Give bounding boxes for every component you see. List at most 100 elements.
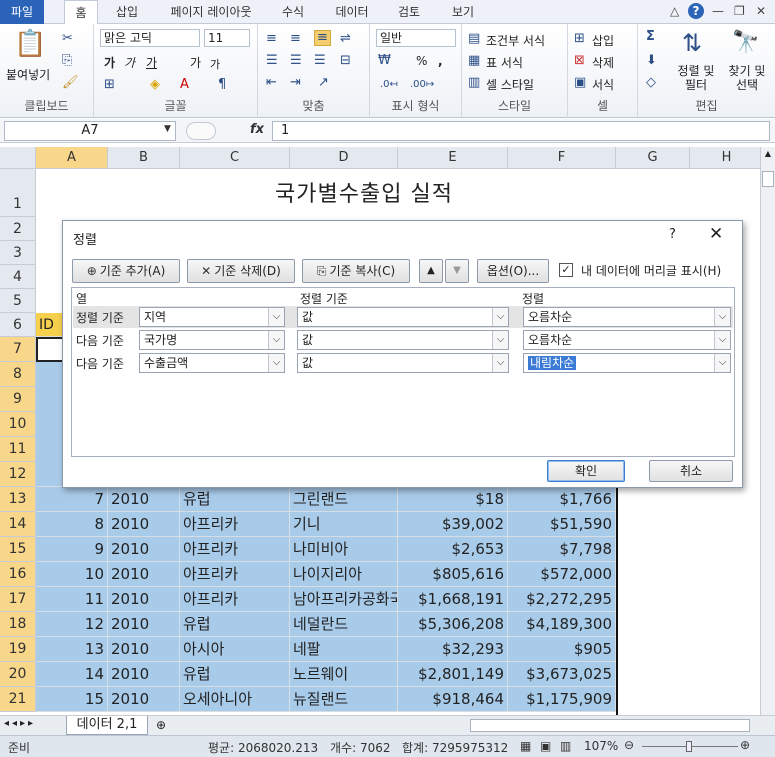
cell-exp[interactable]: $1,175,909 — [508, 687, 616, 712]
select-all-corner[interactable] — [0, 147, 36, 169]
format-table-button[interactable]: 표 서식 — [486, 54, 523, 71]
cell-country[interactable]: 기니 — [290, 512, 398, 537]
cell-year[interactable]: 2010 — [108, 662, 180, 687]
orientation-icon[interactable]: ↗ — [318, 76, 329, 90]
cell-id[interactable]: 12 — [36, 612, 108, 637]
fill-icon[interactable]: ⬇ — [646, 54, 657, 68]
help-icon[interactable]: ? — [688, 3, 704, 19]
clear-icon[interactable]: ◇ — [646, 76, 656, 90]
cell-imp[interactable]: $32,293 — [398, 637, 508, 662]
font-name-box[interactable]: 맑은 고딕 — [100, 29, 200, 47]
conditional-format-button[interactable]: 조건부 서식 — [486, 32, 545, 49]
chevron-down-icon[interactable]: ⌵ — [268, 308, 284, 326]
align-left-icon[interactable]: ☰ — [266, 54, 278, 68]
cell-imp[interactable]: $2,653 — [398, 537, 508, 562]
col-header-d[interactable]: D — [290, 147, 398, 169]
sort-sort-on-combo[interactable]: 값 ⌵ — [297, 353, 509, 373]
cell-exp[interactable]: $905 — [508, 637, 616, 662]
chevron-down-icon[interactable]: ⌵ — [714, 331, 730, 349]
row-header-3[interactable]: 3 — [0, 241, 36, 265]
cell-country[interactable]: 노르웨이 — [290, 662, 398, 687]
minimize-icon[interactable]: — — [712, 4, 724, 18]
delete-cells-icon[interactable]: ⊠ — [574, 54, 585, 68]
cell-id[interactable]: 10 — [36, 562, 108, 587]
ribbon-collapse-icon[interactable]: △ — [670, 4, 679, 18]
currency-icon[interactable]: ₩ — [378, 54, 391, 68]
bold-button[interactable]: 가 — [104, 54, 115, 71]
sort-column-combo[interactable]: 수출금액 ⌵ — [139, 353, 285, 373]
cell-exp[interactable]: $1,766 — [508, 487, 616, 512]
row-header-1[interactable]: 1 — [0, 169, 36, 217]
conditional-format-icon[interactable]: ▤ — [468, 32, 480, 46]
sort-level-row[interactable]: 정렬 기준 지역 ⌵ 값 ⌵ 오름차순 ⌵ — [73, 306, 733, 328]
row-header-8[interactable]: 8 — [0, 362, 36, 387]
grow-font-button[interactable]: 가 — [190, 54, 201, 71]
sort-order-combo[interactable]: 오름차순 ⌵ — [523, 330, 731, 350]
cell-styles-button[interactable]: 셀 스타일 — [486, 76, 534, 93]
align-center-icon[interactable]: ☰ — [290, 54, 302, 68]
cell-id[interactable]: 14 — [36, 662, 108, 687]
restore-icon[interactable]: ❐ — [734, 4, 745, 18]
page-layout-view-icon[interactable]: ▣ — [540, 739, 551, 753]
col-header-c[interactable]: C — [180, 147, 290, 169]
cell-region[interactable]: 아프리카 — [180, 512, 290, 537]
col-header-a[interactable]: A — [36, 147, 108, 169]
cell-region[interactable]: 아프리카 — [180, 537, 290, 562]
name-box[interactable]: A7 — [4, 121, 176, 141]
page-break-view-icon[interactable]: ▥ — [560, 739, 571, 753]
sheet-tab-data[interactable]: 데이터 2,1 — [66, 716, 148, 735]
align-right-icon[interactable]: ☰ — [314, 54, 326, 68]
cell-region[interactable]: 유럽 — [180, 662, 290, 687]
col-header-b[interactable]: B — [108, 147, 180, 169]
chevron-down-icon[interactable]: ⌵ — [268, 354, 284, 372]
cell-year[interactable]: 2010 — [108, 612, 180, 637]
cell-imp[interactable]: $1,668,191 — [398, 587, 508, 612]
cell-styles-icon[interactable]: ▥ — [468, 76, 480, 90]
horizontal-scrollbar[interactable] — [470, 719, 750, 732]
cell-country[interactable]: 나이지리아 — [290, 562, 398, 587]
cell-region[interactable]: 아시아 — [180, 637, 290, 662]
sort-column-combo[interactable]: 지역 ⌵ — [139, 307, 285, 327]
header-checkbox[interactable]: ✓ — [559, 263, 573, 277]
cell-region[interactable]: 유럽 — [180, 612, 290, 637]
col-header-h[interactable]: H — [690, 147, 760, 169]
font-size-box[interactable]: 11 — [204, 29, 250, 47]
col-header-g[interactable]: G — [616, 147, 690, 169]
autosum-icon[interactable]: Σ — [646, 30, 655, 44]
shrink-font-button[interactable]: 가 — [210, 56, 220, 72]
tab-data[interactable]: 데이터 — [330, 0, 374, 24]
ok-button[interactable]: 확인 — [547, 460, 625, 482]
new-sheet-icon[interactable]: ⊕ — [156, 718, 166, 732]
cell-imp[interactable]: $2,801,149 — [398, 662, 508, 687]
fill-color-icon[interactable]: ◈ — [150, 78, 160, 92]
cell-imp[interactable]: $805,616 — [398, 562, 508, 587]
tab-home[interactable]: 홈 — [64, 0, 98, 25]
cell-id[interactable]: 8 — [36, 512, 108, 537]
fx-icon[interactable]: fx — [250, 122, 264, 137]
cell-region[interactable]: 아프리카 — [180, 587, 290, 612]
cell-imp[interactable]: $5,306,208 — [398, 612, 508, 637]
dialog-close-icon[interactable]: ✕ — [709, 224, 723, 244]
dialog-help-button[interactable]: ? — [669, 227, 676, 242]
scroll-up-icon[interactable]: ▲ — [762, 149, 774, 161]
row-header-6[interactable]: 6 — [0, 313, 36, 337]
wrap-text-icon[interactable]: ⇌ — [340, 32, 351, 46]
cell-region[interactable]: 오세아니아 — [180, 687, 290, 712]
zoom-slider-thumb[interactable] — [686, 741, 692, 752]
sort-sort-on-combo[interactable]: 값 ⌵ — [297, 330, 509, 350]
row-header[interactable]: 13 — [0, 487, 36, 512]
number-format-box[interactable]: 일반 — [376, 29, 456, 47]
col-header-f[interactable]: F — [508, 147, 616, 169]
sort-sort-on-combo[interactable]: 값 ⌵ — [297, 307, 509, 327]
cell-country[interactable]: 네덜란드 — [290, 612, 398, 637]
cell-country[interactable]: 네팔 — [290, 637, 398, 662]
format-cells-button[interactable]: 서식 — [592, 76, 614, 93]
decrease-decimal-icon[interactable]: .00↦ — [410, 78, 434, 92]
chevron-down-icon[interactable]: ⌵ — [714, 354, 730, 372]
comma-button[interactable]: , — [438, 54, 443, 68]
delete-cells-button[interactable]: 삭제 — [592, 54, 614, 71]
row-header-2[interactable]: 2 — [0, 217, 36, 241]
paste-icon[interactable]: 📋 — [14, 30, 46, 58]
font-color-icon[interactable]: A — [180, 78, 189, 92]
tab-formulas[interactable]: 수식 — [276, 0, 310, 24]
